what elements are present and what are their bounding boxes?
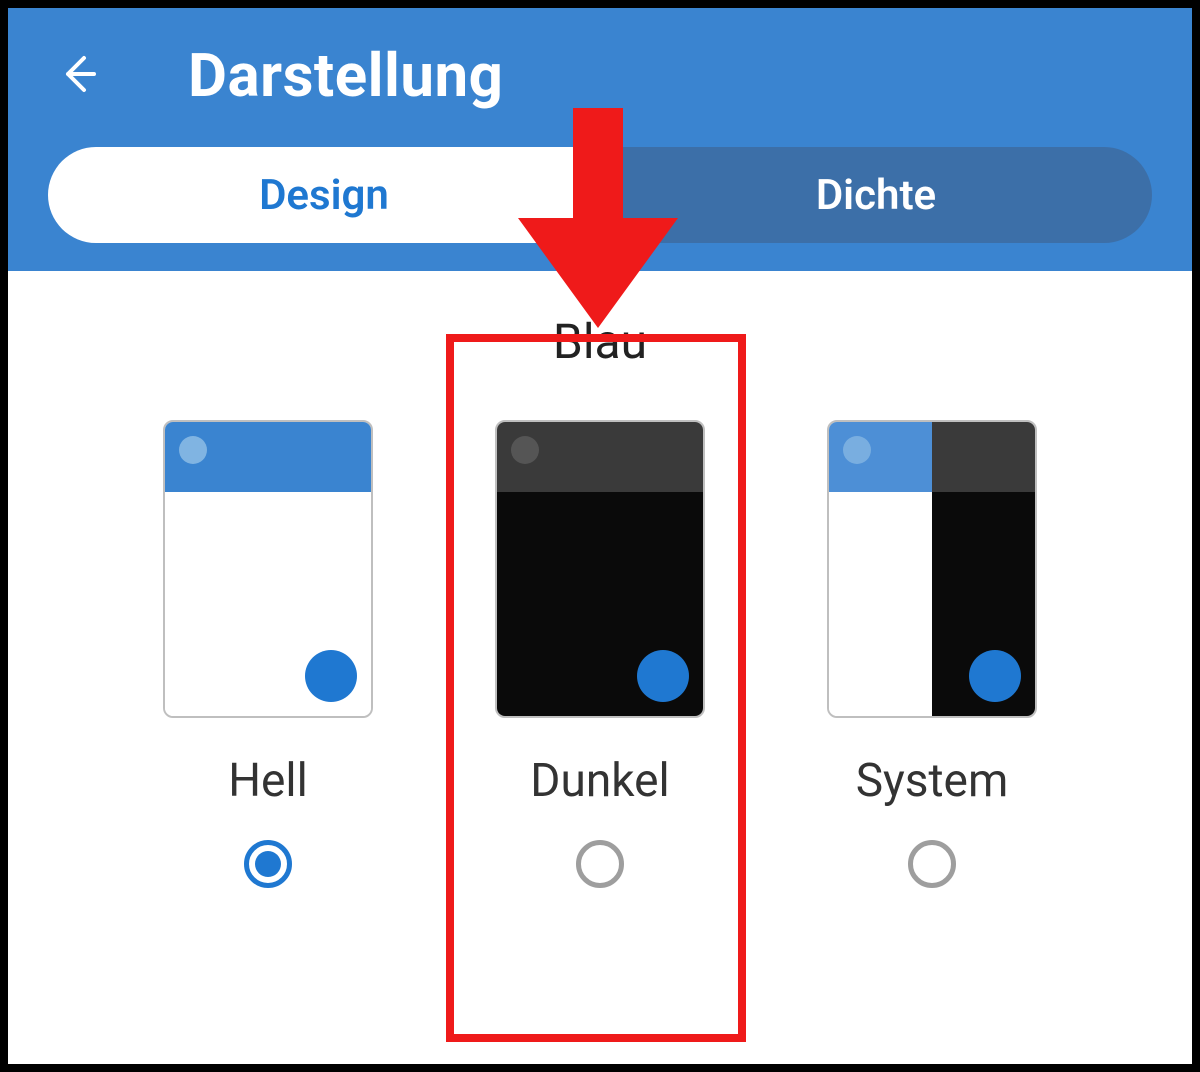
- preview-status-dot-icon: [179, 436, 207, 464]
- back-button[interactable]: [48, 46, 108, 106]
- page-title: Darstellung: [188, 40, 503, 111]
- theme-options-row: Hell Dunkel: [48, 420, 1152, 888]
- theme-preview-light: [163, 420, 373, 718]
- theme-preview-system: [827, 420, 1037, 718]
- theme-preview-dark: [495, 420, 705, 718]
- preview-fab-icon: [305, 650, 357, 702]
- preview-status-dot-icon: [511, 436, 539, 464]
- theme-option-label: Dunkel: [530, 754, 669, 808]
- radio-hell[interactable]: [244, 840, 292, 888]
- theme-option-system[interactable]: System: [812, 420, 1052, 888]
- arrow-left-icon: [54, 50, 102, 102]
- theme-option-label: Hell: [228, 754, 308, 808]
- preview-status-dot-icon: [843, 436, 871, 464]
- annotation-arrow-icon: [518, 108, 678, 328]
- preview-fab-icon: [637, 650, 689, 702]
- tab-density-label: Dichte: [816, 171, 936, 220]
- tab-design-label: Design: [259, 171, 389, 220]
- tab-density[interactable]: Dichte: [600, 147, 1152, 243]
- radio-dunkel[interactable]: [576, 840, 624, 888]
- main-content: Blau Hell Dunkel: [8, 271, 1192, 888]
- theme-option-hell[interactable]: Hell: [148, 420, 388, 888]
- theme-option-label: System: [856, 754, 1009, 808]
- radio-system[interactable]: [908, 840, 956, 888]
- preview-fab-icon: [969, 650, 1021, 702]
- theme-option-dunkel[interactable]: Dunkel: [480, 420, 720, 888]
- app-frame: Darstellung Design Dichte Blau Hell: [0, 0, 1200, 1072]
